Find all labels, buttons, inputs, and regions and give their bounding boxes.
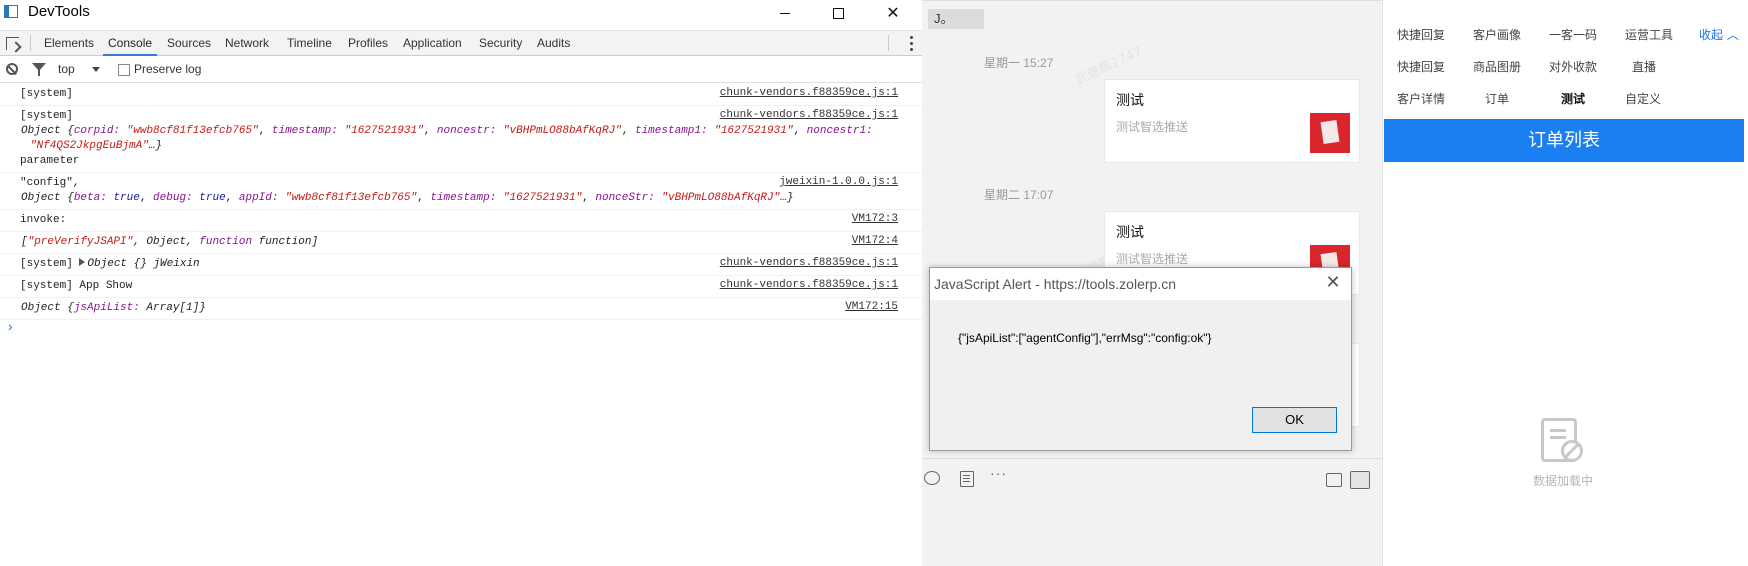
maximize-button[interactable] xyxy=(815,0,861,26)
dialog-title: JavaScript Alert - https://tools.zolerp.… xyxy=(934,276,1176,292)
card-title: 测试 xyxy=(1116,93,1144,109)
tab-application[interactable]: Application xyxy=(398,31,467,56)
document-icon[interactable] xyxy=(960,471,974,487)
source-link[interactable]: VM172:4 xyxy=(852,235,898,247)
nav-external-payment[interactable]: 对外收款 xyxy=(1549,58,1597,75)
window-title: DevTools xyxy=(28,3,90,20)
console-message: [system] Object {} jWeixin chunk-vendors… xyxy=(0,254,922,276)
devtools-window: DevTools ✕ Elements Console Sources Netw… xyxy=(0,0,923,566)
preserve-log-label: Preserve log xyxy=(134,62,202,76)
side-panel: 快捷回复 客户画像 一客一码 运营工具 收起 ︿ 快捷回复 商品图册 对外收款 … xyxy=(1382,0,1748,566)
message-timestamp: 星期二 17:07 xyxy=(984,188,1054,202)
message-card[interactable]: 测试 测试智选推送 xyxy=(1104,79,1360,163)
tab-security[interactable]: Security xyxy=(474,31,527,56)
collapse-button[interactable]: 收起 ︿ xyxy=(1699,26,1739,43)
tab-audits[interactable]: Audits xyxy=(532,31,575,56)
input-divider xyxy=(922,458,1382,459)
chevron-down-icon[interactable] xyxy=(92,67,100,72)
nav-one-customer-one-code[interactable]: 一客一码 xyxy=(1549,26,1597,43)
divider xyxy=(922,0,1382,1)
inspect-element-icon[interactable] xyxy=(6,37,19,50)
card-thumbnail xyxy=(1310,113,1350,153)
preserve-log-checkbox[interactable] xyxy=(118,64,130,76)
dialog-titlebar: JavaScript Alert - https://tools.zolerp.… xyxy=(930,268,1351,300)
tabbar-divider xyxy=(888,35,889,51)
devtools-titlebar: DevTools ✕ xyxy=(0,0,922,26)
tab-elements[interactable]: Elements xyxy=(39,31,99,56)
close-button[interactable]: ✕ xyxy=(870,0,916,26)
tab-sources[interactable]: Sources xyxy=(162,31,216,56)
tab-profiles[interactable]: Profiles xyxy=(343,31,393,56)
console-text: invoke: xyxy=(20,214,67,226)
console-message: [system] chunk-vendors.f88359ce.js:1 Obj… xyxy=(0,106,922,173)
tab-network[interactable]: Network xyxy=(220,31,274,56)
nav-quick-reply[interactable]: 快捷回复 xyxy=(1397,26,1445,43)
devtools-app-icon xyxy=(4,5,18,18)
console-text: parameter xyxy=(20,155,80,167)
nav-customer-profile[interactable]: 客户画像 xyxy=(1473,26,1521,43)
expandable-object[interactable]: Object {corpid: "wwb8cf81f13efcb765", ti… xyxy=(20,124,922,154)
source-link[interactable]: VM172:15 xyxy=(845,301,898,313)
card-description: 测试智选推送 xyxy=(1116,120,1189,134)
nav-customer-details[interactable]: 客户详情 xyxy=(1397,90,1445,107)
console-output: [system] chunk-vendors.f88359ce.js:1 [sy… xyxy=(0,84,922,342)
javascript-alert-dialog: JavaScript Alert - https://tools.zolerp.… xyxy=(929,267,1352,451)
side-panel-toggle-icon[interactable] xyxy=(1350,471,1370,489)
ok-button[interactable]: OK xyxy=(1252,407,1337,433)
console-message: [system] chunk-vendors.f88359ce.js:1 xyxy=(0,84,922,106)
nav-quick-reply-2[interactable]: 快捷回复 xyxy=(1397,58,1445,75)
no-data-badge-icon xyxy=(1561,440,1583,462)
nav-live[interactable]: 直播 xyxy=(1632,58,1656,75)
orders-list-header: 订单列表 xyxy=(1384,119,1744,162)
nav-orders[interactable]: 订单 xyxy=(1485,90,1509,107)
filter-icon[interactable] xyxy=(32,63,46,76)
source-link[interactable]: jweixin-1.0.0.js:1 xyxy=(779,176,898,188)
tabbar-divider xyxy=(30,35,31,51)
console-prompt[interactable]: › xyxy=(6,320,14,336)
chat-history-icon[interactable] xyxy=(1326,473,1342,487)
nav-custom[interactable]: 自定义 xyxy=(1625,90,1661,107)
source-link[interactable]: VM172:3 xyxy=(852,213,898,225)
source-link[interactable]: chunk-vendors.f88359ce.js:1 xyxy=(720,87,898,99)
console-message: Object {jsApiList: Array[1]} VM172:15 xyxy=(0,298,922,320)
context-selector[interactable]: top xyxy=(58,62,75,76)
source-link[interactable]: chunk-vendors.f88359ce.js:1 xyxy=(720,109,898,121)
console-message: [system] App Show chunk-vendors.f88359ce… xyxy=(0,276,922,298)
expand-triangle-icon[interactable] xyxy=(79,258,86,266)
console-filterbar: top Preserve log xyxy=(0,57,922,83)
red-packet-icon[interactable] xyxy=(924,471,940,485)
clear-console-icon[interactable] xyxy=(6,63,18,75)
source-link[interactable]: chunk-vendors.f88359ce.js:1 xyxy=(720,279,898,291)
dialog-close-icon[interactable]: ✕ xyxy=(1323,272,1343,293)
console-message: ["preVerifyJSAPI", Object, function func… xyxy=(0,232,922,254)
expandable-array[interactable]: ["preVerifyJSAPI", Object, function func… xyxy=(20,235,922,250)
card-description: 测试智选推送 xyxy=(1116,252,1189,266)
expandable-object[interactable]: Object {jsApiList: Array[1]} xyxy=(20,301,922,316)
devtools-tabbar: Elements Console Sources Network Timelin… xyxy=(0,30,922,56)
nav-product-gallery[interactable]: 商品图册 xyxy=(1473,58,1521,75)
nav-operation-tools[interactable]: 运营工具 xyxy=(1625,26,1673,43)
loading-text: 数据加载中 xyxy=(1533,474,1594,488)
console-message: invoke: VM172:3 xyxy=(0,210,922,232)
console-prompt-row[interactable]: › xyxy=(0,320,922,342)
more-options-icon[interactable] xyxy=(910,33,914,54)
tab-console[interactable]: Console xyxy=(103,31,158,56)
source-link[interactable]: chunk-vendors.f88359ce.js:1 xyxy=(720,257,898,269)
tab-timeline[interactable]: Timeline xyxy=(282,31,337,56)
message-timestamp: 星期一 15:27 xyxy=(984,56,1054,70)
dialog-message: {"jsApiList":["agentConfig"],"errMsg":"c… xyxy=(958,331,1212,345)
expandable-object[interactable]: Object {beta: true, debug: true, appId: … xyxy=(20,191,922,206)
message-snippet: J。 xyxy=(928,9,984,29)
nav-test[interactable]: 测试 xyxy=(1561,90,1585,107)
console-message: "config", jweixin-1.0.0.js:1 Object {bet… xyxy=(0,173,922,210)
card-title: 测试 xyxy=(1116,225,1144,241)
more-icon[interactable]: ··· xyxy=(990,465,1007,483)
minimize-button[interactable] xyxy=(762,0,808,26)
